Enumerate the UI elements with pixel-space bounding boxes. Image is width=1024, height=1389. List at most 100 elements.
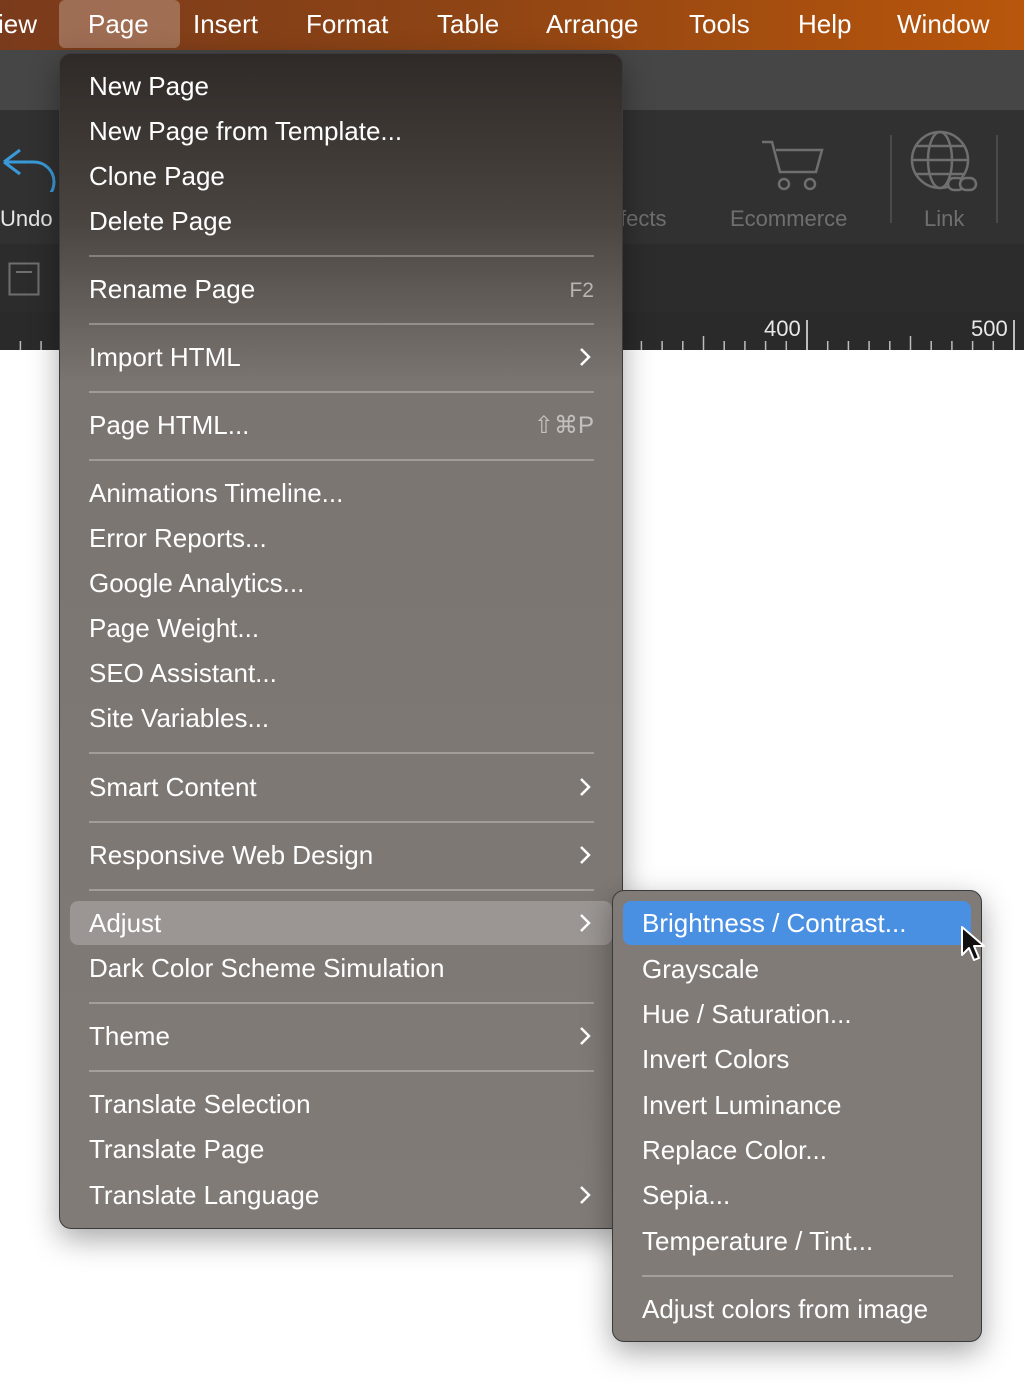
menu-separator: [89, 255, 594, 257]
chevron-right-icon: [580, 846, 591, 864]
menu-item-google-analytics[interactable]: Google Analytics...: [70, 561, 612, 605]
toolbar-divider: [890, 135, 892, 223]
menu-item-label: Rename Page: [89, 274, 256, 304]
page-menu: New Page New Page from Template... Clone…: [59, 53, 623, 1229]
menu-item-label: Translate Language: [89, 1180, 320, 1210]
menu-item-label: Invert Luminance: [642, 1090, 842, 1120]
menu-tools[interactable]: Tools: [689, 0, 750, 48]
menu-item-label: Error Reports...: [89, 523, 267, 553]
menu-item-responsive-web-design[interactable]: Responsive Web Design: [70, 833, 612, 877]
menu-item-seo-assistant[interactable]: SEO Assistant...: [70, 651, 612, 695]
menu-item-delete-page[interactable]: Delete Page: [70, 199, 612, 243]
menu-item-invert-luminance[interactable]: Invert Luminance: [623, 1083, 971, 1127]
menu-item-label: SEO Assistant...: [89, 658, 277, 688]
menu-arrange[interactable]: Arrange: [546, 0, 639, 48]
menu-separator: [89, 323, 594, 325]
menu-item-label: Dark Color Scheme Simulation: [89, 953, 445, 983]
menu-separator: [89, 889, 594, 891]
chevron-right-icon: [580, 1186, 591, 1204]
link-label[interactable]: Link: [924, 206, 964, 232]
menu-item-translate-page[interactable]: Translate Page: [70, 1127, 612, 1171]
menu-item-label: Adjust: [89, 908, 162, 938]
menu-item-grayscale[interactable]: Grayscale: [623, 947, 971, 991]
menu-help[interactable]: Help: [798, 0, 851, 48]
menu-item-dark-color-scheme[interactable]: Dark Color Scheme Simulation: [70, 946, 612, 990]
menu-item-label: Clone Page: [89, 161, 225, 191]
chevron-right-icon: [580, 1027, 591, 1045]
menu-table[interactable]: Table: [437, 0, 499, 48]
menu-item-rename-page[interactable]: Rename Page F2: [70, 267, 612, 311]
menu-item-new-page-from-template[interactable]: New Page from Template...: [70, 109, 612, 153]
shortcut-shift-cmd-p: ⇧⌘P: [533, 412, 594, 439]
chevron-right-icon: [580, 914, 591, 932]
menu-item-label: Sepia...: [642, 1180, 731, 1210]
ecommerce-label[interactable]: Ecommerce: [730, 206, 847, 232]
undo-icon[interactable]: [0, 132, 60, 192]
menu-item-label: Replace Color...: [642, 1135, 827, 1165]
menu-item-label: Brightness / Contrast...: [642, 908, 907, 938]
menu-item-translate-language[interactable]: Translate Language: [70, 1173, 612, 1217]
menu-separator: [89, 1002, 594, 1004]
menu-item-smart-content[interactable]: Smart Content: [70, 765, 612, 809]
menu-item-invert-colors[interactable]: Invert Colors: [623, 1037, 971, 1081]
menu-bar: iew Page Insert Format Table Arrange Too…: [0, 0, 1024, 50]
menu-item-label: Import HTML: [89, 342, 241, 372]
menu-item-hue-saturation[interactable]: Hue / Saturation...: [623, 992, 971, 1036]
menu-item-label: Adjust colors from image: [642, 1294, 929, 1324]
menu-item-label: Responsive Web Design: [89, 840, 374, 870]
mouse-pointer-icon: [961, 926, 985, 961]
adjust-submenu: Brightness / Contrast... Grayscale Hue /…: [612, 890, 982, 1342]
undo-label[interactable]: Undo: [0, 206, 53, 232]
menu-item-label: New Page: [89, 71, 209, 101]
menu-item-import-html[interactable]: Import HTML: [70, 335, 612, 379]
menu-item-error-reports[interactable]: Error Reports...: [70, 516, 612, 560]
menu-item-label: Delete Page: [89, 206, 233, 236]
menu-item-site-variables[interactable]: Site Variables...: [70, 696, 612, 740]
menu-separator: [89, 1070, 594, 1072]
menu-item-theme[interactable]: Theme: [70, 1014, 612, 1058]
menu-separator: [642, 1275, 953, 1277]
menu-item-clone-page[interactable]: Clone Page: [70, 154, 612, 198]
menu-item-label: Page HTML...: [89, 410, 250, 440]
menu-page[interactable]: Page: [59, 0, 180, 48]
toolbar-divider: [996, 135, 998, 223]
ruler-label-400: 400: [764, 316, 801, 341]
menu-item-new-page[interactable]: New Page: [70, 64, 612, 108]
effects-label[interactable]: fects: [620, 206, 666, 232]
menu-item-animations-timeline[interactable]: Animations Timeline...: [70, 471, 612, 515]
menu-separator: [89, 391, 594, 393]
chevron-right-icon: [580, 778, 591, 796]
menu-window[interactable]: Window: [897, 0, 989, 48]
menu-item-label: Theme: [89, 1021, 170, 1051]
menu-insert[interactable]: Insert: [193, 0, 258, 48]
menu-item-adjust-colors-from-image[interactable]: Adjust colors from image: [623, 1287, 971, 1331]
menu-item-page-html[interactable]: Page HTML... ⇧⌘P: [70, 403, 612, 447]
link-globe-icon[interactable]: [910, 128, 980, 198]
shortcut-f2: F2: [569, 279, 594, 302]
menu-item-adjust[interactable]: Adjust: [70, 901, 612, 945]
menu-separator: [89, 459, 594, 461]
cart-icon[interactable]: [760, 138, 826, 194]
menu-item-brightness-contrast[interactable]: Brightness / Contrast...: [623, 901, 971, 945]
menu-separator: [89, 821, 594, 823]
menu-item-label: Page Weight...: [89, 613, 260, 643]
page-icon[interactable]: [8, 262, 40, 296]
menu-item-label: Translate Selection: [89, 1089, 311, 1119]
menu-item-temperature-tint[interactable]: Temperature / Tint...: [623, 1219, 971, 1263]
ruler-label-500: 500: [971, 316, 1008, 341]
menu-item-translate-selection[interactable]: Translate Selection: [70, 1082, 612, 1126]
menu-format[interactable]: Format: [306, 0, 388, 48]
menu-view[interactable]: iew: [0, 0, 52, 48]
menu-item-replace-color[interactable]: Replace Color...: [623, 1128, 971, 1172]
menu-item-page-weight[interactable]: Page Weight...: [70, 606, 612, 650]
chevron-right-icon: [580, 348, 591, 366]
menu-item-label: Smart Content: [89, 772, 257, 802]
menu-item-label: Animations Timeline...: [89, 478, 344, 508]
menu-item-label: Google Analytics...: [89, 568, 305, 598]
menu-item-sepia[interactable]: Sepia...: [623, 1173, 971, 1217]
menu-item-label: Temperature / Tint...: [642, 1226, 874, 1256]
menu-item-label: Translate Page: [89, 1134, 265, 1164]
menu-separator: [89, 752, 594, 754]
menu-item-label: Invert Colors: [642, 1044, 790, 1074]
menu-item-label: Hue / Saturation...: [642, 999, 852, 1029]
